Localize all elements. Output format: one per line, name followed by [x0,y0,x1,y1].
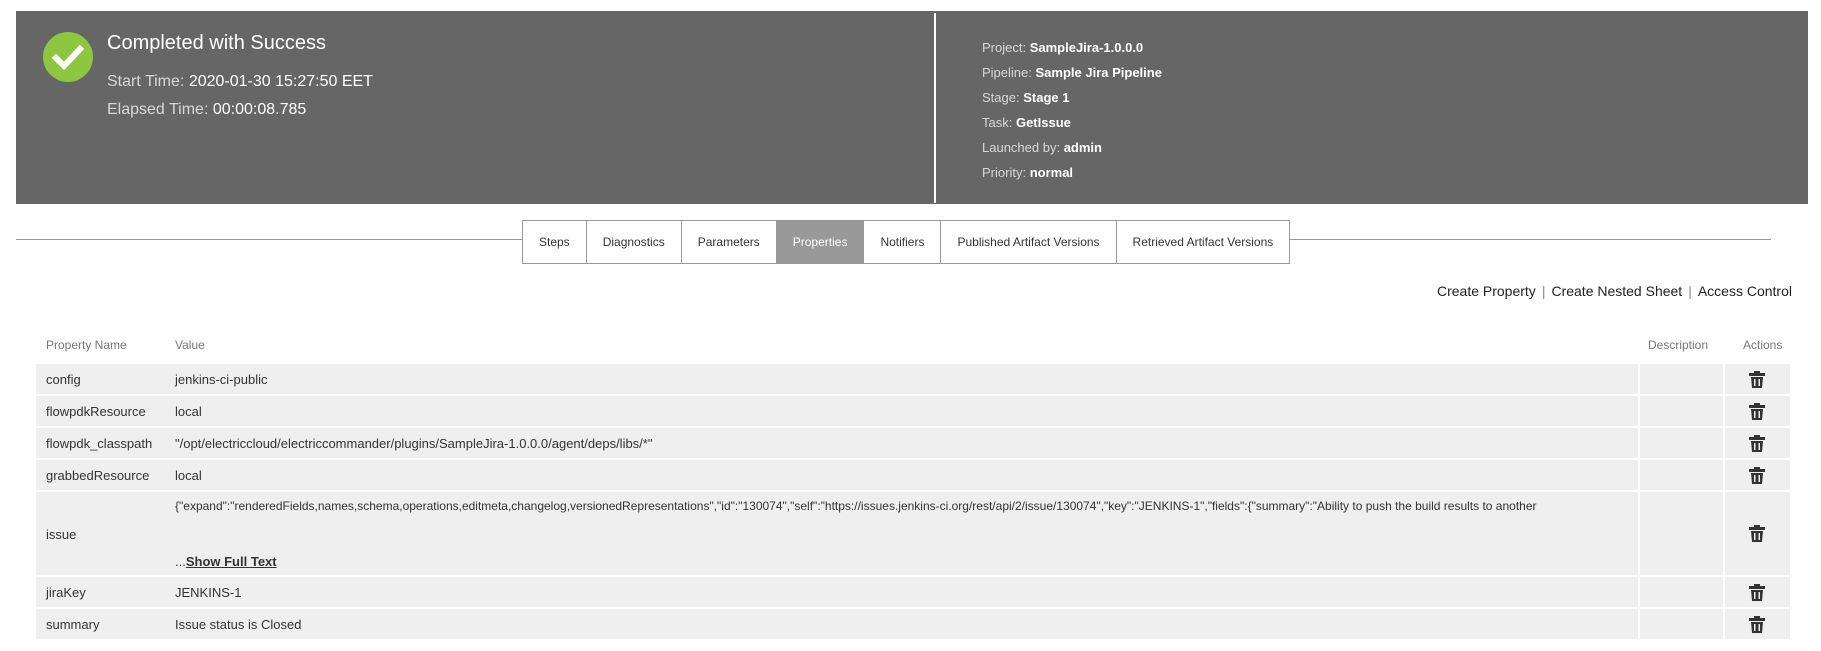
property-value: local [175,404,202,419]
trash-icon[interactable] [1748,371,1766,389]
column-divider [1723,364,1725,394]
info-label: Launched by: [982,140,1061,155]
column-header-value: Value [175,338,205,352]
run-status-panel: Completed with Success Start Time: 2020-… [16,11,934,204]
table-header: Property Name Value Description Actions [36,334,1790,364]
show-full-text-container: ...Show Full Text [175,554,1660,569]
info-value: Stage 1 [1023,90,1070,105]
column-header-actions: Actions [1743,338,1783,352]
elapsed-time-value: 00:00:08.785 [212,101,307,118]
column-divider [1723,577,1725,607]
table-row: flowpdk_classpath "/opt/electriccloud/el… [36,428,1790,460]
info-label: Priority: [982,165,1027,180]
start-time-line: Start Time: 2020-01-30 15:27:50 EET [107,73,373,91]
property-name[interactable]: issue [46,527,76,542]
tab-bar: Steps Diagnostics Parameters Properties … [522,220,1291,264]
property-name[interactable]: config [46,372,81,387]
create-nested-sheet-link[interactable]: Create Nested Sheet [1551,283,1682,299]
table-row: grabbedResource local [36,460,1790,492]
link-separator: | [1688,283,1692,299]
tab-diagnostics[interactable]: Diagnostics [587,221,682,263]
property-name[interactable]: summary [46,617,99,632]
tab-properties[interactable]: Properties [776,221,865,263]
info-value: SampleJira-1.0.0.0 [1029,40,1144,55]
info-priority: Priority: normal [982,165,1162,190]
link-separator: | [1541,283,1546,299]
trash-icon[interactable] [1748,584,1766,602]
property-value: JENKINS-1 [175,585,242,600]
column-divider [1723,396,1725,426]
properties-table: Property Name Value Description Actions … [36,334,1790,641]
column-divider [1723,492,1725,575]
start-time-value: 2020-01-30 15:27:50 EET [188,73,373,90]
property-value: {"expand":"renderedFields,names,schema,o… [175,499,1537,513]
info-task: Task: GetIssue [982,115,1162,140]
tab-steps[interactable]: Steps [523,221,587,263]
info-value: admin [1063,140,1102,155]
info-launched-by: Launched by: admin [982,140,1162,165]
header-divider [934,13,936,203]
run-summary-header: Completed with Success Start Time: 2020-… [16,11,1808,204]
property-actions: Create Property | Create Nested Sheet | Acce… [1437,283,1792,299]
column-divider [1638,460,1640,490]
column-divider [1723,609,1725,639]
table-row: config jenkins-ci-public [36,364,1790,396]
elapsed-time-line: Elapsed Time: 00:00:08.785 [107,101,306,119]
table-row: summary Issue status is Closed [36,609,1790,641]
create-property-link[interactable]: Create Property [1437,283,1536,299]
info-stage: Stage: Stage 1 [982,90,1162,115]
info-label: Project: [982,40,1027,55]
table-row: issue {"expand":"renderedFields,names,sc… [36,492,1790,577]
column-divider [1723,428,1725,458]
table-row: flowpdkResource local [36,396,1790,428]
property-name[interactable]: flowpdkResource [46,404,146,419]
column-divider [1638,364,1640,394]
column-header-name: Property Name [46,338,127,352]
success-check-icon [43,32,93,82]
info-pipeline: Pipeline: Sample Jira Pipeline [982,65,1162,90]
trash-icon[interactable] [1748,435,1766,453]
trash-icon[interactable] [1748,616,1766,634]
property-name[interactable]: flowpdk_classpath [46,436,152,451]
column-divider [1638,492,1640,575]
property-value: Issue status is Closed [175,617,302,632]
info-value: normal [1029,165,1074,180]
property-name[interactable]: jiraKey [46,585,86,600]
property-value: jenkins-ci-public [175,372,268,387]
ellipsis: ... [175,554,186,569]
tab-parameters[interactable]: Parameters [682,221,777,263]
info-label: Stage: [982,90,1020,105]
tab-notifiers[interactable]: Notifiers [864,221,942,263]
property-value: "/opt/electriccloud/electriccommander/pl… [175,436,653,451]
run-info-panel: Project: SampleJira-1.0.0.0 Pipeline: Sa… [982,40,1162,190]
trash-icon[interactable] [1748,403,1766,421]
trash-icon[interactable] [1748,525,1766,543]
column-divider [1638,577,1640,607]
column-divider [1638,396,1640,426]
trash-icon[interactable] [1748,467,1766,485]
table-row: jiraKey JENKINS-1 [36,577,1790,609]
column-header-description: Description [1648,338,1709,352]
info-label: Task: [982,115,1013,130]
show-full-text-link[interactable]: Show Full Text [186,554,277,569]
info-label: Pipeline: [982,65,1032,80]
info-project: Project: SampleJira-1.0.0.0 [982,40,1162,65]
column-divider [1638,428,1640,458]
info-value: GetIssue [1015,115,1071,130]
info-value: Sample Jira Pipeline [1035,65,1162,80]
tab-retrieved-artifact-versions[interactable]: Retrieved Artifact Versions [1117,221,1290,263]
column-divider [1638,609,1640,639]
start-time-label: Start Time: [107,73,185,90]
tab-published-artifact-versions[interactable]: Published Artifact Versions [941,221,1117,263]
run-status-title: Completed with Success [107,32,326,54]
property-value: local [175,468,202,483]
access-control-link[interactable]: Access Control [1698,283,1792,299]
elapsed-time-label: Elapsed Time: [107,101,209,118]
column-divider [1723,460,1725,490]
property-name[interactable]: grabbedResource [46,468,149,483]
